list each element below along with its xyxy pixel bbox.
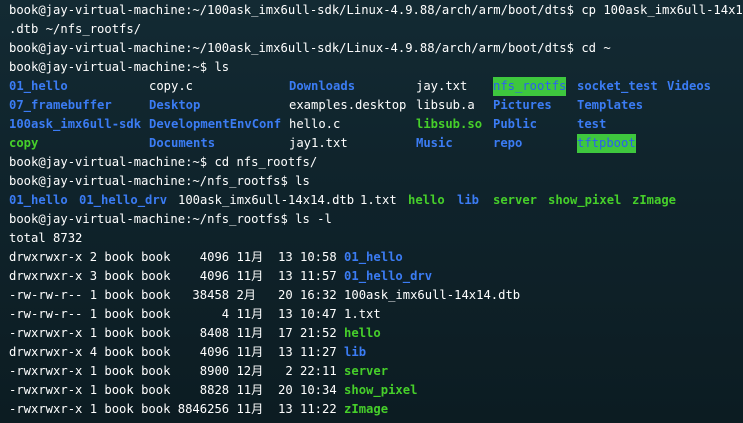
command-text: ls (287, 174, 310, 188)
dir-entry: DevelopmentEnvConf (149, 117, 282, 131)
exe-entry: zImage (632, 193, 677, 207)
long-listing-row: -rwxrwxr-x 1 book book 8408 11月 17 21:52… (9, 324, 381, 343)
file-entry: hello.c (289, 117, 341, 131)
long-listing-row: drwxrwxr-x 2 book book 4096 11月 13 10:58… (9, 248, 403, 267)
command-text: .dtb ~/nfs_rootfs/ (9, 22, 142, 36)
exe-entry: server (493, 193, 538, 207)
dir-entry: repo (493, 136, 523, 150)
prompt: book@jay-virtual-machine:~/nfs_rootfs$ (9, 212, 288, 226)
file-entry: libsub.a (416, 98, 475, 112)
dir-entry: Videos (667, 79, 712, 93)
terminal-line-cp-cont: .dtb ~/nfs_rootfs/ (9, 20, 141, 39)
file-meta: -rwxrwxr-x 1 book book 8408 11月 17 21:52 (9, 326, 345, 340)
prompt: book@jay-virtual-machine:~/100ask_imx6ul… (9, 41, 574, 55)
long-listing-row: drwxrwxr-x 4 book book 4096 11月 13 11:27… (9, 343, 366, 362)
terminal-line-ls-l: book@jay-virtual-machine:~/nfs_rootfs$ l… (9, 210, 332, 229)
long-listing-row: -rwxrwxr-x 1 book book 8828 11月 20 10:34… (9, 381, 417, 400)
file-meta: -rwxrwxr-x 1 book book 8846256 11月 13 11… (9, 402, 345, 416)
dir-entry: 01_hello (9, 193, 68, 207)
dir-entry: Templates (577, 98, 644, 112)
prompt: book@jay-virtual-machine:~$ (9, 60, 208, 74)
exe-entry: server (344, 364, 389, 378)
file-entry: copy.c (149, 79, 194, 93)
dir-entry: 01_hello (344, 250, 403, 264)
file-meta: drwxrwxr-x 4 book book 4096 11月 13 11:27 (9, 345, 345, 359)
dir-entry: socket_test (577, 79, 658, 93)
prompt: book@jay-virtual-machine:~/nfs_rootfs$ (9, 174, 288, 188)
exe-entry: hello (344, 326, 381, 340)
dir-entry: Desktop (149, 98, 201, 112)
command-text: cp 100ask_imx6ull-14x14 (574, 3, 743, 17)
file-entry: jay1.txt (289, 136, 348, 150)
ls-row-2: 07_framebuffer Desktop examples.desktop … (9, 96, 739, 115)
file-meta: -rw-rw-r-- 1 book book 4 11月 13 10:47 (9, 307, 345, 321)
dir-entry: lib (344, 345, 367, 359)
prompt: book@jay-virtual-machine:~$ (9, 155, 208, 169)
dir-entry: Downloads (289, 79, 356, 93)
long-listing-row: -rwxrwxr-x 1 book book 8900 12月 2 22:11 … (9, 362, 388, 381)
terminal-line-cp: book@jay-virtual-machine:~/100ask_imx6ul… (9, 1, 743, 20)
command-text: ls (207, 60, 230, 74)
ls-row-4: copy Documents jay1.txt Music repo tftpb… (9, 134, 739, 153)
file-entry: 100ask_imx6ull-14x14.dtb (344, 288, 521, 302)
command-text: cd nfs_rootfs/ (207, 155, 318, 169)
file-entry: examples.desktop (289, 98, 407, 112)
dir-entry: 01_hello_drv (344, 269, 433, 283)
file-entry: 100ask_imx6ull-14x14.dtb (178, 193, 355, 207)
exe-entry: copy (9, 136, 39, 150)
long-listing-row: -rw-rw-r-- 1 book book 4 11月 13 10:47 1.… (9, 305, 381, 324)
ls-row-1: 01_hello copy.c Downloads jay.txt nfs_ro… (9, 77, 739, 96)
exe-entry: libsub.so (416, 117, 483, 131)
total-line: total 8732 (9, 229, 82, 248)
dir-entry: 07_framebuffer (9, 98, 112, 112)
dir-entry-highlighted: tftpboot (577, 134, 636, 153)
dir-entry: Public (493, 117, 538, 131)
terminal-line-cd-home: book@jay-virtual-machine:~/100ask_imx6ul… (9, 39, 611, 58)
exe-entry: zImage (344, 402, 389, 416)
terminal-line-ls-nfs: book@jay-virtual-machine:~/nfs_rootfs$ l… (9, 172, 310, 191)
file-meta: -rw-rw-r-- 1 book book 38458 2月 20 16:32 (9, 288, 345, 302)
terminal-window[interactable]: book@jay-virtual-machine:~/100ask_imx6ul… (0, 0, 743, 423)
file-meta: -rwxrwxr-x 1 book book 8828 11月 20 10:34 (9, 383, 345, 397)
ls-nfs-row: 01_hello 01_hello_drv 100ask_imx6ull-14x… (9, 191, 739, 210)
dir-entry: Pictures (493, 98, 552, 112)
dir-entry: Music (416, 136, 453, 150)
file-meta: -rwxrwxr-x 1 book book 8900 12月 2 22:11 (9, 364, 345, 378)
command-text: ls -l (287, 212, 332, 226)
terminal-line-cd-nfs: book@jay-virtual-machine:~$ cd nfs_rootf… (9, 153, 317, 172)
dir-entry: 100ask_imx6ull-sdk (9, 117, 142, 131)
exe-entry: show_pixel (344, 383, 418, 397)
dir-entry: test (577, 117, 607, 131)
file-meta: drwxrwxr-x 3 book book 4096 11月 13 11:57 (9, 269, 345, 283)
file-entry: jay.txt (416, 79, 468, 93)
ls-row-3: 100ask_imx6ull-sdk DevelopmentEnvConf he… (9, 115, 739, 134)
exe-entry: hello (408, 193, 445, 207)
file-entry: 1.txt (360, 193, 397, 207)
total-text: total 8732 (9, 231, 83, 245)
long-listing-row: -rwxrwxr-x 1 book book 8846256 11月 13 11… (9, 400, 388, 419)
terminal-line-ls: book@jay-virtual-machine:~$ ls (9, 58, 229, 77)
long-listing-row: drwxrwxr-x 3 book book 4096 11月 13 11:57… (9, 267, 432, 286)
dir-entry-highlighted: nfs_rootfs (493, 77, 567, 96)
file-entry: 1.txt (344, 307, 381, 321)
dir-entry: 01_hello (9, 79, 68, 93)
command-text: cd ~ (574, 41, 611, 55)
dir-entry: 01_hello_drv (79, 193, 168, 207)
long-listing-row: -rw-rw-r-- 1 book book 38458 2月 20 16:32… (9, 286, 520, 305)
file-meta: drwxrwxr-x 2 book book 4096 11月 13 10:58 (9, 250, 345, 264)
prompt: book@jay-virtual-machine:~/100ask_imx6ul… (9, 3, 574, 17)
dir-entry: lib (457, 193, 480, 207)
exe-entry: show_pixel (548, 193, 622, 207)
dir-entry: Documents (149, 136, 216, 150)
